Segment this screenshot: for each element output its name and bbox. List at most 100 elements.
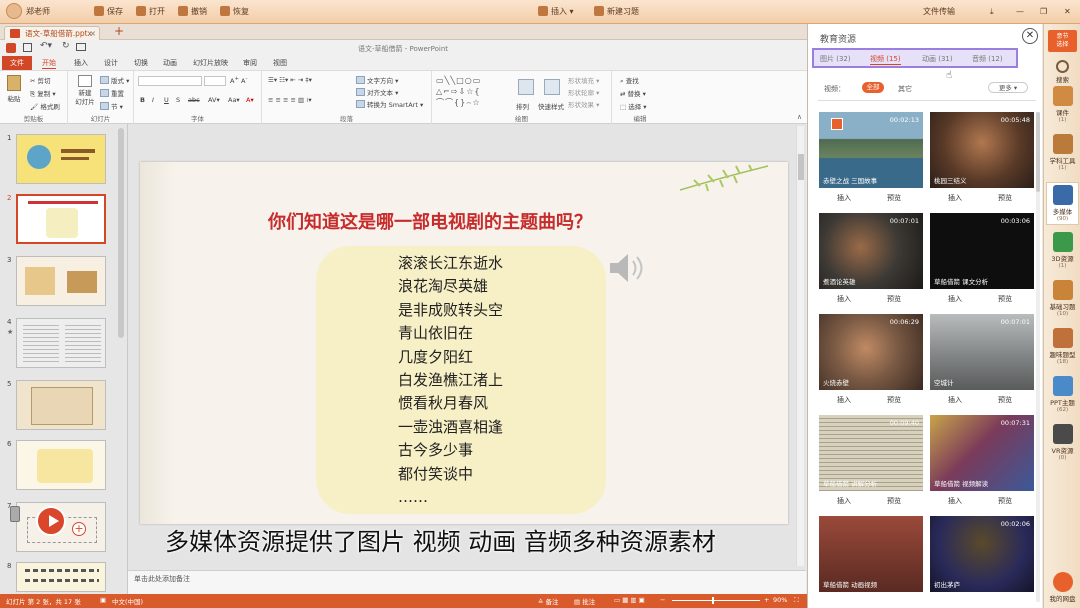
tab-animations[interactable]: 动画 (31)	[922, 54, 953, 64]
quick-styles-button[interactable]: 快速样式	[538, 101, 564, 111]
video-card[interactable]: 00:07:31 草船借箭 视频解读插入 预览	[930, 415, 1034, 511]
preview-button[interactable]: 预览	[998, 294, 1012, 304]
tab-view[interactable]: 视图	[273, 58, 287, 68]
preview-button[interactable]: 预览	[998, 496, 1012, 506]
my-cloud-button[interactable]: 我的网盘	[1046, 572, 1079, 603]
document-tab[interactable]: 语文-草船借箭.pptx ×	[4, 26, 100, 40]
qat-save-icon[interactable]	[23, 43, 32, 52]
add-badge-icon[interactable]: +	[72, 522, 86, 536]
italic-button[interactable]: I	[152, 96, 154, 104]
reset-button[interactable]: 重置	[100, 88, 124, 98]
underline-button[interactable]: U	[164, 96, 169, 104]
new-slide-button[interactable]: 新建 幻灯片	[72, 75, 98, 106]
phone-icon[interactable]	[10, 506, 20, 522]
file-transfer-button[interactable]: 文件传输	[923, 6, 955, 18]
smartart-button[interactable]: 转换为 SmartArt ▾	[356, 99, 423, 109]
find-button[interactable]: ⌕ 查找	[620, 75, 639, 86]
fit-slide-icon[interactable]: ⛶	[794, 596, 799, 605]
replace-button[interactable]: ⇄ 替换 ▾	[620, 88, 646, 98]
insert-button[interactable]: 插入	[837, 294, 851, 304]
slide-thumb-5[interactable]	[16, 380, 106, 430]
video-card[interactable]: 00:03:06 草船借箭 课文分析 插入 预览	[930, 213, 1034, 309]
slide-thumb-2-selected[interactable]	[16, 194, 106, 244]
preview-button[interactable]: 预览	[998, 193, 1012, 203]
bullets-button[interactable]: ☰▾ ☷▾ ⇤ ⇥ ‡▾	[268, 76, 312, 84]
preview-button[interactable]: 预览	[887, 193, 901, 203]
font-grow-icon[interactable]: A+ A-	[230, 76, 247, 85]
cut-button[interactable]: ✂ 剪切	[30, 75, 51, 85]
shadow-button[interactable]: S	[176, 96, 180, 104]
video-thumbnail[interactable]: 00:05:48 桃园三结义	[930, 112, 1034, 188]
edu-panel-close-button[interactable]: ✕	[1022, 28, 1038, 44]
change-case-button[interactable]: Aa▾	[228, 96, 240, 104]
edu-scrollbar[interactable]	[1036, 112, 1040, 602]
search-button[interactable]: 搜索	[1046, 60, 1079, 84]
insert-button[interactable]: 插入	[837, 496, 851, 506]
video-thumbnail[interactable]: 00:07:01 煮酒论英雄	[819, 213, 923, 289]
layout-button[interactable]: 版式 ▾	[100, 75, 129, 85]
user-name[interactable]: 郑老师	[26, 6, 50, 18]
video-card[interactable]: 00:07:01 煮酒论英雄插入 预览	[819, 213, 923, 309]
slide-canvas[interactable]: 你们知道这是哪一部电视剧的主题曲吗？ 滚滚长江东逝水 浪花淘尽英雄 是非成败转头…	[140, 162, 788, 524]
video-card[interactable]: 00:06:29 火烧赤壁 插入 预览	[819, 314, 923, 410]
copy-button[interactable]: ⎘ 复制 ▾	[30, 88, 56, 99]
chapter-select-button[interactable]: 意节 选择	[1048, 30, 1077, 52]
more-dropdown[interactable]: 更多 ▾	[988, 82, 1028, 93]
insert-button[interactable]: 插入	[948, 496, 962, 506]
tab-audio[interactable]: 音频 (12)	[972, 54, 1003, 64]
sidebar-item-courseware[interactable]: 课件 (1)	[1046, 86, 1079, 123]
video-thumbnail[interactable]: 00:07:31 草船借箭 视频解读	[930, 415, 1034, 491]
tab-file[interactable]: 文件	[2, 56, 32, 70]
insert-button[interactable]: 插入	[948, 193, 962, 203]
notes-toggle[interactable]: ≙ 备注	[538, 596, 559, 606]
editor-scrollbar[interactable]	[796, 126, 804, 566]
sidebar-item-fun-exercises[interactable]: 趣味题型 (18)	[1046, 328, 1079, 365]
slide-thumb-8[interactable]	[16, 562, 106, 592]
preview-button[interactable]: 预览	[887, 496, 901, 506]
sidebar-item-basic-exercises[interactable]: 基础习题 (10)	[1046, 280, 1079, 317]
comments-toggle[interactable]: ▤ 批注	[574, 596, 595, 606]
font-color-button[interactable]: A▾	[246, 96, 254, 104]
font-family-select[interactable]	[138, 76, 202, 86]
collapse-ribbon-icon[interactable]: ∧	[797, 113, 802, 121]
qat-undo-icon[interactable]: ↶▾	[40, 41, 52, 51]
arrange-button[interactable]: 排列	[516, 101, 529, 111]
sidebar-item-3d[interactable]: 3D资源 (1)	[1046, 232, 1079, 269]
redo-button[interactable]: 恢复	[220, 6, 249, 18]
tab-home[interactable]: 开始	[42, 58, 56, 69]
sidebar-item-vr[interactable]: VR资源 (0)	[1046, 424, 1079, 461]
video-thumbnail[interactable]: 00:02:13 赤壁之战 三国故事	[819, 112, 923, 188]
video-thumbnail[interactable]: 00:03:06 草船借箭 课文分析	[930, 213, 1034, 289]
preview-button[interactable]: 预览	[887, 294, 901, 304]
open-button[interactable]: 打开	[136, 6, 165, 18]
insert-menu-button[interactable]: 插入 ▾	[538, 6, 574, 18]
speaker-icon[interactable]	[606, 250, 646, 286]
font-size-select[interactable]	[204, 76, 226, 86]
notes-pane[interactable]: 单击此处添加备注	[128, 570, 806, 594]
video-card[interactable]: 00:02:13 赤壁之战 三国故事 插入 预览	[819, 112, 923, 208]
tab-design[interactable]: 设计	[104, 58, 118, 68]
zoom-level[interactable]: 90%	[773, 596, 787, 604]
shape-outline-button[interactable]: 形状轮廓 ▾	[568, 87, 599, 97]
slide-thumb-6[interactable]	[16, 440, 106, 490]
tab-videos[interactable]: 视频 (15)	[870, 54, 901, 65]
zoom-slider[interactable]	[672, 597, 760, 604]
new-exercise-button[interactable]: 新建习题	[594, 6, 639, 18]
tab-images[interactable]: 图片 (32)	[820, 54, 851, 64]
char-spacing-button[interactable]: AV▾	[208, 96, 220, 104]
shapes-gallery[interactable]: ▭╲╲□○▭ △⌐⇨⇩☆{⌒⌒{}⌢☆	[436, 75, 510, 111]
spellcheck-icon[interactable]: ▣	[100, 596, 106, 604]
text-direction-button[interactable]: 文字方向 ▾	[356, 75, 398, 85]
align-text-button[interactable]: 对齐文本 ▾	[356, 87, 398, 97]
align-buttons[interactable]: ≡ ≡ ≡ ≡ ▥ ⁞▾	[268, 96, 312, 104]
sidebar-item-multimedia[interactable]: 多媒体 (90)	[1046, 182, 1079, 225]
video-thumbnail[interactable]: 00:07:01 空城计	[930, 314, 1034, 390]
shape-fill-button[interactable]: 形状填充 ▾	[568, 75, 599, 85]
user-avatar[interactable]	[6, 3, 22, 19]
paste-button[interactable]: 粘贴	[6, 75, 22, 103]
insert-button[interactable]: 插入	[948, 395, 962, 405]
strikethrough-button[interactable]: abc	[188, 96, 200, 104]
view-buttons[interactable]: ▭ ▦ ▥ ▣	[614, 596, 645, 604]
sidebar-item-ppt-themes[interactable]: PPT主题 (62)	[1046, 376, 1079, 413]
language-indicator[interactable]: 中文(中国)	[112, 596, 143, 606]
